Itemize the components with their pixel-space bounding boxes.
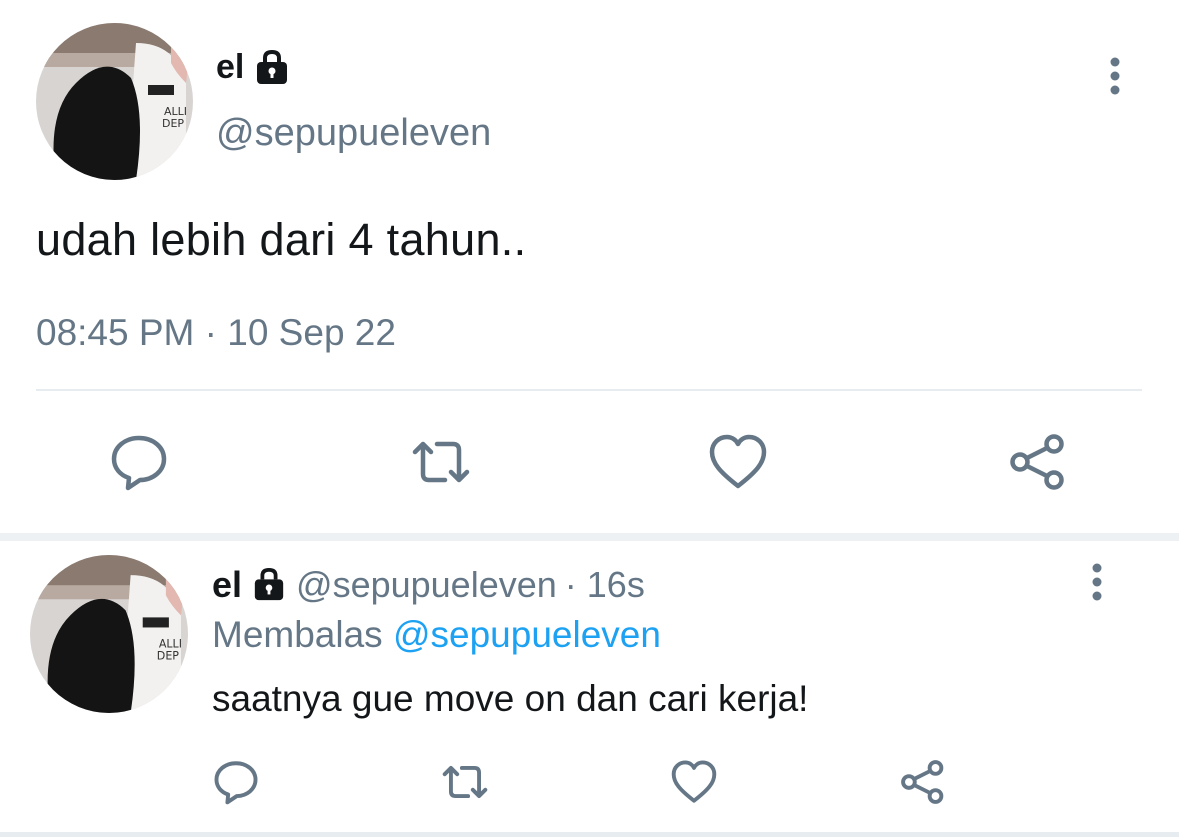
avatar-image: ALLI DEP bbox=[30, 555, 188, 713]
reply-header: el @sepupueleven · 16s bbox=[212, 564, 645, 606]
reply-icon bbox=[111, 435, 167, 491]
svg-text:DEP: DEP bbox=[162, 117, 184, 130]
svg-text:DEP: DEP bbox=[157, 650, 180, 663]
retweet-icon bbox=[412, 441, 470, 483]
more-vertical-icon[interactable] bbox=[1100, 56, 1130, 96]
avatar[interactable]: ALLI DEP bbox=[36, 23, 193, 180]
reply-icon bbox=[214, 761, 258, 805]
heart-icon bbox=[709, 434, 767, 489]
reply-text: saatnya gue move on dan cari kerja! bbox=[212, 678, 809, 719]
reply-reply-button[interactable] bbox=[208, 754, 264, 810]
reply-like-button[interactable] bbox=[666, 754, 722, 810]
reply-button[interactable] bbox=[107, 430, 171, 494]
share-icon bbox=[901, 760, 944, 804]
more-vertical-icon[interactable] bbox=[1082, 562, 1112, 602]
replying-label: Membalas bbox=[212, 614, 383, 655]
reply-author-handle[interactable]: @sepupueleven bbox=[296, 564, 557, 606]
tweet-detail-page: ALLI DEP el @sepupueleven udah lebih dar… bbox=[0, 0, 1179, 837]
author-name-row[interactable]: el bbox=[216, 48, 292, 87]
share-icon bbox=[1010, 434, 1064, 490]
tweet-text: udah lebih dari 4 tahun.. bbox=[36, 214, 527, 265]
retweet-icon bbox=[442, 765, 488, 799]
lock-icon bbox=[257, 49, 288, 84]
reply-share-button[interactable] bbox=[895, 754, 951, 810]
author-name[interactable]: el bbox=[216, 48, 244, 87]
divider bbox=[36, 389, 1142, 391]
share-button[interactable] bbox=[1006, 430, 1070, 494]
reply-avatar[interactable]: ALLI DEP bbox=[30, 555, 188, 713]
divider bbox=[0, 832, 1179, 837]
heart-icon bbox=[671, 760, 717, 803]
like-button[interactable] bbox=[706, 430, 770, 494]
reply-author-name[interactable]: el bbox=[212, 564, 242, 606]
tweet-timestamp[interactable]: 08:45 PM · 10 Sep 22 bbox=[36, 312, 396, 354]
svg-text:ALLI: ALLI bbox=[159, 638, 182, 651]
replying-mention[interactable]: @sepupueleven bbox=[393, 614, 661, 655]
author-handle[interactable]: @sepupueleven bbox=[216, 112, 491, 155]
reply-retweet-button[interactable] bbox=[437, 754, 493, 810]
retweet-button[interactable] bbox=[409, 430, 473, 494]
avatar-image: ALLI DEP bbox=[36, 23, 193, 180]
lock-icon bbox=[254, 568, 284, 601]
replying-to: Membalas @sepupueleven bbox=[212, 614, 661, 656]
reply-time: · 16s bbox=[564, 564, 645, 605]
section-separator bbox=[0, 533, 1179, 541]
